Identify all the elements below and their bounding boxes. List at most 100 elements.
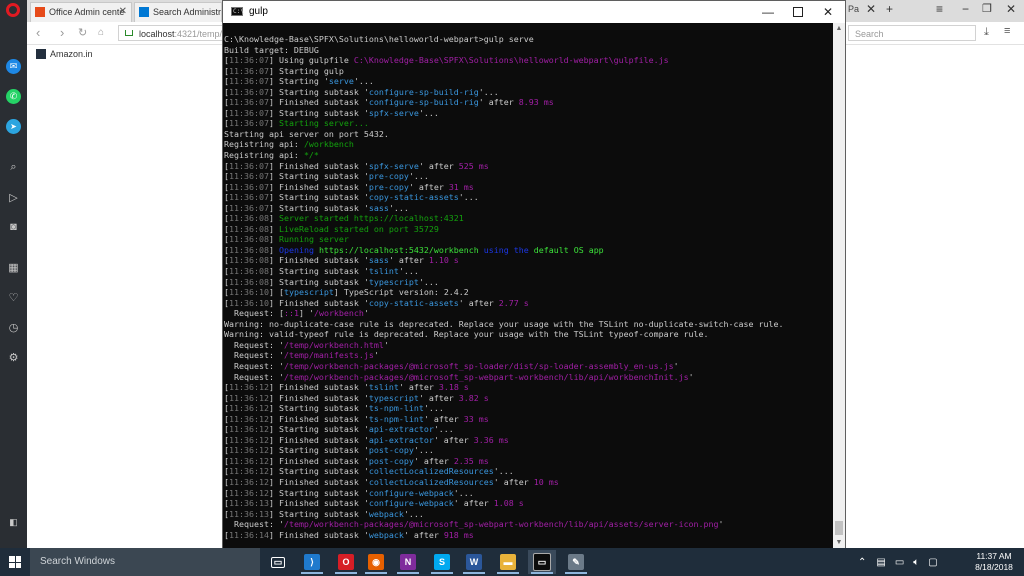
console-text: 33 ms xyxy=(463,413,489,424)
console-text: api-extractor xyxy=(368,424,434,435)
console-text: ] Starting subtask ' xyxy=(268,466,369,477)
console-text: /temp/workbench.html xyxy=(283,339,384,350)
clock[interactable]: 11:37 AM 8/18/2018 xyxy=(968,551,1020,573)
terminal-title: gulp xyxy=(249,6,268,17)
tab-search-admin[interactable]: Search Administrati xyxy=(134,2,222,22)
console-text: Request: ' xyxy=(224,360,284,371)
menu-icon[interactable]: ≡ xyxy=(936,2,943,16)
console-text: ' after xyxy=(403,529,444,540)
console-text: typescript xyxy=(368,392,419,403)
vscode-app[interactable]: ⟩ xyxy=(298,550,326,574)
console-line: [11:36:07] Starting subtask 'configure-s… xyxy=(223,87,833,98)
browser-search-input[interactable]: Search xyxy=(848,25,976,41)
battery-icon[interactable]: ▭ xyxy=(895,557,904,568)
sidebar-toggle-icon[interactable]: ◧ xyxy=(6,515,21,530)
opera-app[interactable]: O xyxy=(332,550,360,574)
explorer-app[interactable]: ▬ xyxy=(494,550,522,574)
messenger-icon[interactable]: ✉ xyxy=(6,59,21,74)
restore-icon[interactable]: ❐ xyxy=(982,2,992,15)
console-line: C:\Knowledge-Base\SPFX\Solutions\hellowo… xyxy=(223,34,833,45)
console-text: /temp/manifests.js xyxy=(283,350,374,361)
taskbar-search[interactable]: Search Windows xyxy=(30,548,260,576)
console-output[interactable]: C:\Knowledge-Base\SPFX\Solutions\hellowo… xyxy=(223,34,833,548)
running-indicator xyxy=(365,572,387,574)
console-text: ] Finished subtask ' xyxy=(268,476,369,487)
maximize-button[interactable] xyxy=(783,1,813,23)
skype-app[interactable]: S xyxy=(428,550,456,574)
onenote-icon: N xyxy=(400,554,416,570)
console-text: '... xyxy=(493,466,514,477)
console-text: Build target: DEBUG xyxy=(224,44,319,55)
volume-icon[interactable]: 🔈︎ xyxy=(913,557,919,568)
scroll-up-icon[interactable]: ▲ xyxy=(833,23,845,35)
telegram-icon[interactable]: ➤ xyxy=(6,119,21,134)
camera-icon[interactable]: ◙ xyxy=(6,219,21,234)
tab-office-admin[interactable]: Office Admin cente ✕ xyxy=(30,2,132,22)
menu-icon[interactable]: ≡ xyxy=(1004,25,1010,37)
console-text: 11:36:07 xyxy=(229,181,269,192)
bookmark-amazon[interactable]: Amazon.in xyxy=(36,48,93,60)
task-view-button[interactable]: ▭ xyxy=(264,550,292,574)
close-button[interactable]: ✕ xyxy=(813,1,843,23)
console-text: collectLocalizedResources xyxy=(368,466,494,477)
terminal-window[interactable]: C:\ gulp — ✕ C:\Knowledge-Base\SPFX\Solu… xyxy=(222,0,846,550)
console-text: Warning: no-duplicate-case rule is depre… xyxy=(224,318,784,329)
action-center-icon[interactable]: ▢ xyxy=(928,557,937,568)
back-icon[interactable]: ‹ xyxy=(36,25,40,41)
network-icon[interactable]: ▤ xyxy=(876,557,885,568)
console-line: [11:36:07] Starting subtask 'copy-static… xyxy=(223,192,833,203)
settings-icon[interactable]: ⚙ xyxy=(6,350,21,365)
console-text: 11:36:12 xyxy=(229,466,269,477)
history-icon[interactable]: ◷ xyxy=(6,320,21,335)
onenote-app[interactable]: N xyxy=(394,550,422,574)
search-placeholder: Search xyxy=(855,29,884,39)
heart-icon[interactable]: ♡ xyxy=(6,290,21,305)
console-text: ] Finished subtask ' xyxy=(268,455,369,466)
firefox-app[interactable]: ◉ xyxy=(362,550,390,574)
word-app[interactable]: W xyxy=(460,550,488,574)
home-icon[interactable]: ⌂ xyxy=(98,25,104,41)
settings-app[interactable]: ✎ xyxy=(562,550,590,574)
console-text: Request: ' xyxy=(224,519,284,530)
console-line: Warning: no-duplicate-case rule is depre… xyxy=(223,319,833,330)
chevron-up-icon[interactable]: ⌃ xyxy=(858,557,866,568)
console-text: 11:36:07 xyxy=(229,86,269,97)
console-text: '... xyxy=(453,487,474,498)
download-icon[interactable]: ⤓ xyxy=(984,26,989,39)
console-text: /workbench xyxy=(313,308,364,319)
reload-icon[interactable]: ↻ xyxy=(78,25,87,41)
close-icon[interactable]: ✕ xyxy=(866,2,876,16)
running-indicator xyxy=(431,572,453,574)
explorer-icon: ▬ xyxy=(500,554,516,570)
start-button[interactable] xyxy=(0,548,30,576)
whatsapp-icon[interactable]: ✆ xyxy=(6,89,21,104)
terminal-titlebar[interactable]: C:\ gulp — ✕ xyxy=(223,1,845,23)
terminal-app[interactable]: ▭ xyxy=(528,550,556,574)
console-text: ' after xyxy=(423,413,464,424)
terminal-scrollbar[interactable]: ▲ ▼ xyxy=(833,23,845,549)
apps-icon[interactable]: ▦ xyxy=(6,260,21,275)
console-line: Request: '/temp/workbench-packages/@micr… xyxy=(223,372,833,383)
new-tab-icon[interactable]: + xyxy=(886,2,893,16)
console-text: 3.18 s xyxy=(438,382,469,393)
close-window-icon[interactable]: ✕ xyxy=(1006,2,1016,16)
search-icon[interactable]: ⌕ xyxy=(6,160,21,175)
forward-icon[interactable]: › xyxy=(60,25,64,41)
console-text: tslint xyxy=(368,266,399,277)
console-line: Registring api: */* xyxy=(223,150,833,161)
send-icon[interactable]: ▷ xyxy=(6,190,21,205)
url-input[interactable]: localhost:4321/temp/ xyxy=(118,25,228,41)
console-text: 11:36:08 xyxy=(229,276,269,287)
opera-logo[interactable] xyxy=(6,3,20,17)
console-line: [11:36:08] Opening https://localhost:543… xyxy=(223,245,833,256)
console-text: Warning: valid-typeof rule is deprecated… xyxy=(224,329,709,340)
close-icon[interactable]: ✕ xyxy=(119,3,127,21)
scroll-thumb[interactable] xyxy=(835,521,843,535)
minimize-icon[interactable]: − xyxy=(962,2,969,16)
console-text: ] Using gulpfile xyxy=(268,55,354,66)
console-text: 11:36:07 xyxy=(229,55,269,66)
console-line: [11:36:12] Finished subtask 'collectLoca… xyxy=(223,477,833,488)
minimize-button[interactable]: — xyxy=(753,1,783,23)
tab-partial-label[interactable]: Pa xyxy=(848,4,859,14)
console-text: Starting server... xyxy=(278,118,369,129)
